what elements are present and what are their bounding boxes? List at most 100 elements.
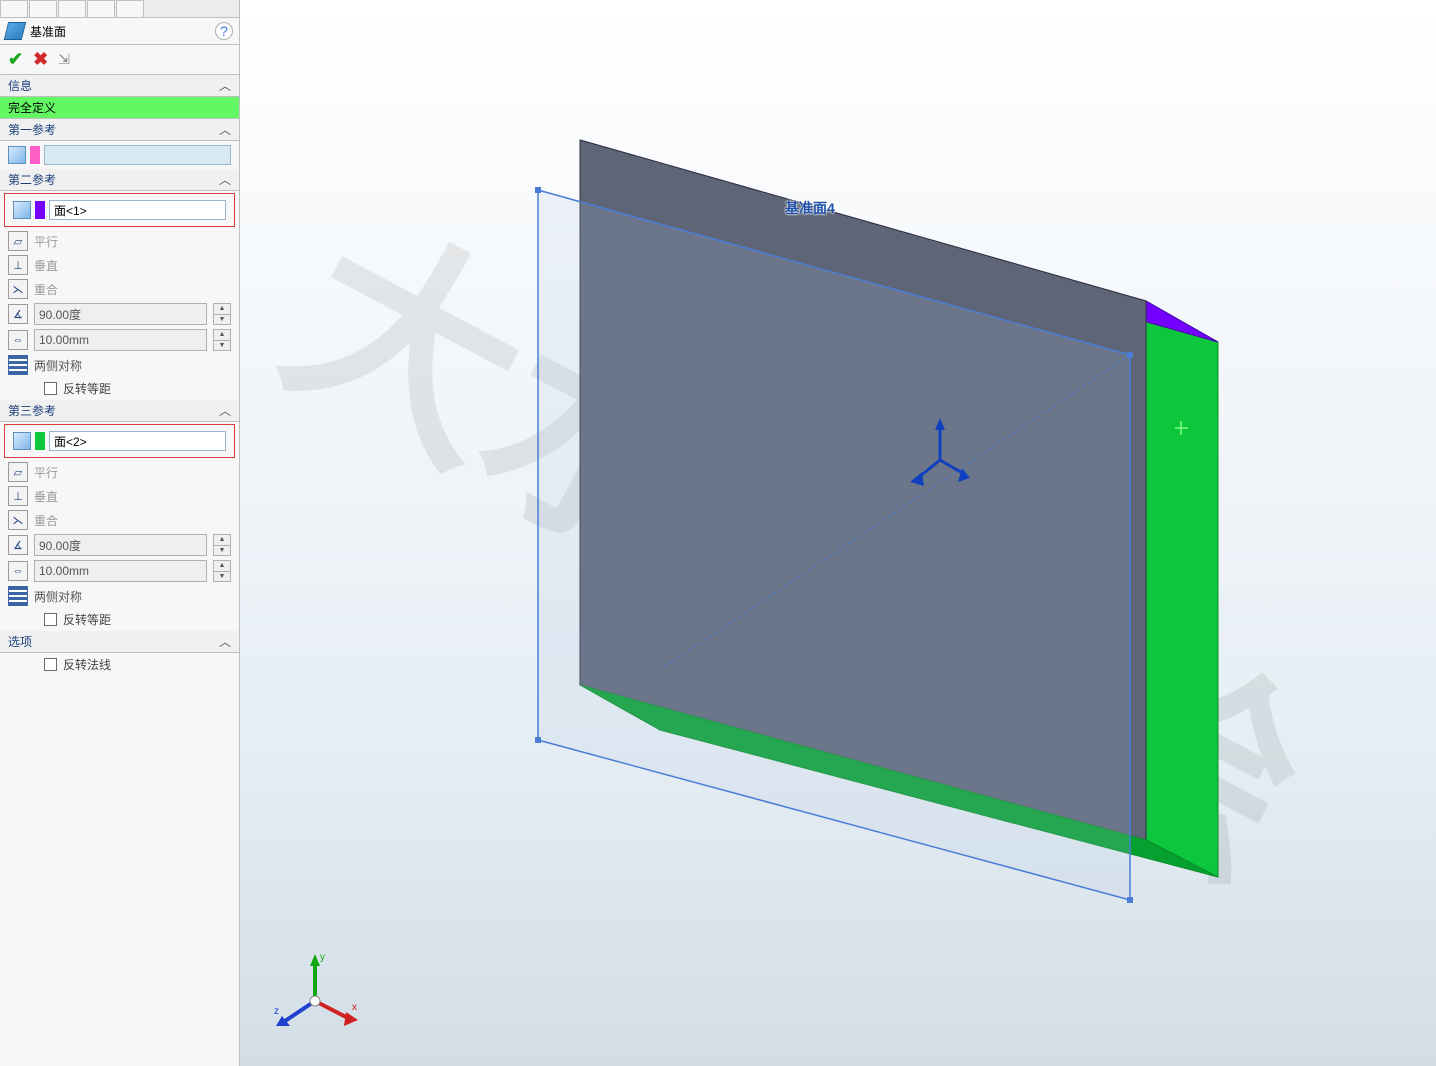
symmetric-icon: [8, 586, 28, 606]
mini-tab[interactable]: [116, 0, 144, 18]
panel-mini-tabs: [0, 0, 239, 18]
datum-plane-label[interactable]: 基准面4: [785, 198, 835, 218]
ref2-input[interactable]: [49, 200, 226, 220]
ref2-coincident-label: 重合: [34, 281, 58, 298]
ref3-reverse-offset-row[interactable]: 反转等距: [0, 608, 239, 631]
model-side-face: [1146, 301, 1218, 877]
ref2-parallel-label: 平行: [34, 233, 58, 250]
ref2-color-chip: [35, 201, 45, 219]
parallel-icon: ▱: [8, 462, 28, 482]
ref2-perpendicular-label: 垂直: [34, 257, 58, 274]
chevron-up-icon: ︿: [219, 171, 231, 188]
section-info-header[interactable]: 信息 ︿: [0, 75, 239, 97]
distance-spinner[interactable]: ▲▼: [213, 329, 231, 351]
panel-title-row: 基准面 ?: [0, 18, 239, 45]
view-orientation-triad[interactable]: z y x: [270, 946, 360, 1036]
perpendicular-icon: ⊥: [8, 486, 28, 506]
ref3-parallel-label: 平行: [34, 464, 58, 481]
cancel-button[interactable]: ✖: [33, 49, 48, 70]
ref3-parallel[interactable]: ▱ 平行: [0, 460, 239, 484]
panel-title: 基准面: [30, 23, 66, 40]
coincident-icon: ⋋: [8, 279, 28, 299]
section-options-label: 选项: [8, 633, 32, 650]
help-icon[interactable]: ?: [215, 22, 233, 40]
mini-tab[interactable]: [87, 0, 115, 18]
ok-button[interactable]: ✔: [8, 49, 23, 70]
chevron-up-icon: ︿: [219, 77, 231, 94]
ref3-highlight: [4, 424, 235, 458]
ref2-angle-input[interactable]: [34, 303, 207, 325]
angle-spinner[interactable]: ▲▼: [213, 303, 231, 325]
ref3-distance-input[interactable]: [34, 560, 207, 582]
ref3-angle-row: ∡ ▲▼: [0, 532, 239, 558]
section-ref2-label: 第二参考: [8, 171, 56, 188]
parallel-icon: ▱: [8, 231, 28, 251]
triad-x-label: x: [352, 1002, 357, 1013]
property-panel: 基准面 ? ✔ ✖ ⇲ 信息 ︿ 完全定义 第一参考 ︿ 第二参考 ︿ ▱ 平行: [0, 0, 240, 1066]
ref3-row: [5, 427, 234, 455]
ref3-symmetric-label: 两侧对称: [34, 588, 82, 605]
chevron-up-icon: ︿: [219, 121, 231, 138]
ref2-highlight: [4, 193, 235, 227]
model-canvas: [240, 0, 1436, 1066]
section-info-label: 信息: [8, 77, 32, 94]
checkbox[interactable]: [44, 658, 57, 671]
ref2-reverse-offset-label: 反转等距: [63, 380, 111, 397]
checkbox[interactable]: [44, 613, 57, 626]
ref2-symmetric[interactable]: 两侧对称: [0, 353, 239, 377]
ref2-symmetric-label: 两侧对称: [34, 357, 82, 374]
chevron-up-icon: ︿: [219, 633, 231, 650]
checkbox[interactable]: [44, 382, 57, 395]
ref3-distance-row: ⇔ ▲▼: [0, 558, 239, 584]
ref3-color-chip: [35, 432, 45, 450]
ref3-coincident[interactable]: ⋋ 重合: [0, 508, 239, 532]
section-ref1-header[interactable]: 第一参考 ︿: [0, 119, 239, 141]
ref2-angle-row: ∡ ▲▼: [0, 301, 239, 327]
ref3-symmetric[interactable]: 两侧对称: [0, 584, 239, 608]
angle-spinner[interactable]: ▲▼: [213, 534, 231, 556]
section-ref1-label: 第一参考: [8, 121, 56, 138]
ref3-perpendicular-label: 垂直: [34, 488, 58, 505]
ref3-angle-input[interactable]: [34, 534, 207, 556]
ref2-distance-row: ⇔ ▲▼: [0, 327, 239, 353]
accept-row: ✔ ✖ ⇲: [0, 45, 239, 75]
section-ref3-header[interactable]: 第三参考 ︿: [0, 400, 239, 422]
perpendicular-icon: ⊥: [8, 255, 28, 275]
ref2-perpendicular[interactable]: ⊥ 垂直: [0, 253, 239, 277]
angle-icon: ∡: [8, 535, 28, 555]
ref1-input[interactable]: [44, 145, 231, 165]
status-fully-defined: 完全定义: [0, 97, 239, 119]
ref1-color-chip: [30, 146, 40, 164]
distance-icon: ⇔: [8, 561, 28, 581]
section-ref3-label: 第三参考: [8, 402, 56, 419]
coincident-icon: ⋋: [8, 510, 28, 530]
ref3-input[interactable]: [49, 431, 226, 451]
symmetric-icon: [8, 355, 28, 375]
ref3-coincident-label: 重合: [34, 512, 58, 529]
mini-tab[interactable]: [0, 0, 28, 18]
triad-y-label: y: [320, 952, 325, 963]
mini-tab[interactable]: [58, 0, 86, 18]
ref2-coincident[interactable]: ⋋ 重合: [0, 277, 239, 301]
distance-spinner[interactable]: ▲▼: [213, 560, 231, 582]
pin-button[interactable]: ⇲: [58, 51, 70, 68]
section-options-header[interactable]: 选项 ︿: [0, 631, 239, 653]
chevron-up-icon: ︿: [219, 402, 231, 419]
angle-icon: ∡: [8, 304, 28, 324]
face-icon: [8, 146, 26, 164]
ref2-distance-input[interactable]: [34, 329, 207, 351]
ref2-parallel[interactable]: ▱ 平行: [0, 229, 239, 253]
mini-tab[interactable]: [29, 0, 57, 18]
section-ref2-header[interactable]: 第二参考 ︿: [0, 169, 239, 191]
face-icon: [13, 432, 31, 450]
ref2-row: [5, 196, 234, 224]
ref1-row: [0, 141, 239, 169]
ref3-reverse-offset-label: 反转等距: [63, 611, 111, 628]
graphics-viewport[interactable]: 大水牛测绘: [240, 0, 1436, 1066]
reverse-normal-row[interactable]: 反转法线: [0, 653, 239, 676]
ref3-perpendicular[interactable]: ⊥ 垂直: [0, 484, 239, 508]
ref2-reverse-offset-row[interactable]: 反转等距: [0, 377, 239, 400]
triad-z-label: z: [274, 1006, 279, 1017]
face-icon: [13, 201, 31, 219]
plane-icon: [4, 22, 26, 40]
